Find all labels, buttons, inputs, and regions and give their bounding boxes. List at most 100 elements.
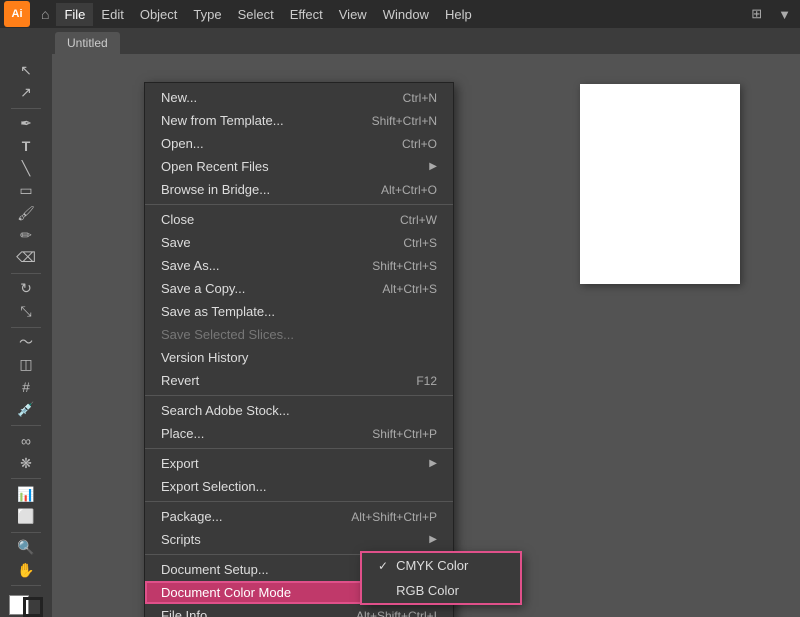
menu-file-info-label: File Info... [161,608,218,617]
menu-export-selection-label: Export Selection... [161,479,267,494]
menu-place-label: Place... [161,426,204,441]
menu-browse-bridge[interactable]: Browse in Bridge... Alt+Ctrl+O [145,178,453,201]
rect-tool[interactable]: ▭ [9,181,43,201]
stroke-color[interactable] [23,597,43,617]
select-tool[interactable]: ↖ [9,60,43,80]
rotate-tool[interactable]: ↻ [9,279,43,299]
menu-save[interactable]: Save Ctrl+S [145,231,453,254]
menu-save-template[interactable]: Save as Template... [145,300,453,323]
menu-revert-shortcut: F12 [416,374,437,388]
submenu-rgb[interactable]: ✓ RGB Color [362,578,520,603]
menu-save-selected-slices-label: Save Selected Slices... [161,327,294,342]
document-tab[interactable]: Untitled [55,32,120,54]
mesh-tool[interactable]: # [9,377,43,397]
artboard-tool[interactable]: ⬜ [9,506,43,526]
menu-version-history-label: Version History [161,350,248,365]
menu-close-shortcut: Ctrl+W [400,213,437,227]
submenu-rgb-label: RGB Color [396,583,459,598]
menu-search-stock[interactable]: Search Adobe Stock... [145,399,453,422]
tool-separator-3 [11,327,41,328]
menu-browse-bridge-shortcut: Alt+Ctrl+O [381,183,437,197]
menu-place-shortcut: Shift+Ctrl+P [372,427,437,441]
tool-separator-7 [11,585,41,586]
menu-object[interactable]: Object [132,3,186,26]
scale-tool[interactable]: ⤡ [9,301,43,321]
menu-version-history[interactable]: Version History [145,346,453,369]
menu-save-as-label: Save As... [161,258,220,273]
artboard [580,84,740,284]
menu-new-from-template-label: New from Template... [161,113,284,128]
menu-document-color-mode-label: Document Color Mode [161,585,291,600]
menu-save-shortcut: Ctrl+S [403,236,437,250]
paintbrush-tool[interactable]: 🖌 [9,203,43,223]
pen-tool[interactable]: ✒ [9,114,43,134]
menu-effect[interactable]: Effect [282,3,331,26]
warp-tool[interactable]: 〜 [9,332,43,352]
menu-new-shortcut: Ctrl+N [403,91,437,105]
symbol-tool[interactable]: ❋ [9,453,43,473]
tool-separator-6 [11,532,41,533]
graph-tool[interactable]: 📊 [9,484,43,504]
menu-type[interactable]: Type [185,3,229,26]
menu-export[interactable]: Export ▶ [145,452,453,475]
file-dropdown-menu: New... Ctrl+N New from Template... Shift… [144,82,454,617]
line-tool[interactable]: ╲ [9,158,43,178]
menu-close[interactable]: Close Ctrl+W [145,208,453,231]
menu-select[interactable]: Select [230,3,282,26]
menu-help[interactable]: Help [437,3,480,26]
menu-group-stock: Search Adobe Stock... Place... Shift+Ctr… [145,396,453,449]
menu-bar: Ai ⌂ File Edit Object Type Select Effect… [0,0,800,28]
type-tool[interactable]: T [9,136,43,156]
tab-bar: Untitled [0,28,800,54]
submenu-cmyk[interactable]: ✓ CMYK Color [362,553,520,578]
zoom-tool[interactable]: 🔍 [9,538,43,558]
menu-save-copy-shortcut: Alt+Ctrl+S [382,282,437,296]
menu-open-recent[interactable]: Open Recent Files ▶ [145,155,453,178]
tool-separator-1 [11,108,41,109]
menu-file-info-shortcut: Alt+Shift+Ctrl+I [356,609,437,617]
menu-place[interactable]: Place... Shift+Ctrl+P [145,422,453,445]
eraser-tool[interactable]: ⌫ [9,248,43,268]
grid-icon[interactable]: ⊞ [746,4,767,24]
menu-save-copy[interactable]: Save a Copy... Alt+Ctrl+S [145,277,453,300]
menu-open-label: Open... [161,136,204,151]
hand-tool[interactable]: ✋ [9,560,43,580]
menu-save-selected-slices: Save Selected Slices... [145,323,453,346]
menu-save-template-label: Save as Template... [161,304,275,319]
menu-save-label: Save [161,235,191,250]
menu-scripts[interactable]: Scripts ▶ [145,528,453,551]
tool-separator-2 [11,273,41,274]
blend-tool[interactable]: ∞ [9,431,43,451]
chevron-down-icon[interactable]: ▼ [773,5,796,24]
menu-save-as-shortcut: Shift+Ctrl+S [372,259,437,273]
menu-view[interactable]: View [331,3,375,26]
menu-new-label: New... [161,90,197,105]
direct-select-tool[interactable]: ↗ [9,82,43,102]
menu-new[interactable]: New... Ctrl+N [145,86,453,109]
menu-right: ⊞ ▼ [746,4,796,24]
pencil-tool[interactable]: ✏ [9,225,43,245]
menu-close-label: Close [161,212,194,227]
menu-scripts-label: Scripts [161,532,201,547]
menu-save-as[interactable]: Save As... Shift+Ctrl+S [145,254,453,277]
menu-new-from-template-shortcut: Shift+Ctrl+N [372,114,437,128]
menu-open[interactable]: Open... Ctrl+O [145,132,453,155]
menu-items: File Edit Object Type Select Effect View… [56,3,479,26]
menu-package[interactable]: Package... Alt+Shift+Ctrl+P [145,505,453,528]
toolbar: ↖ ↗ ✒ T ╲ ▭ 🖌 ✏ ⌫ ↻ ⤡ 〜 ◫ # 💉 ∞ ❋ 📊 ⬜ 🔍 … [0,54,52,617]
menu-window[interactable]: Window [375,3,437,26]
cmyk-checkmark: ✓ [378,559,388,573]
menu-new-from-template[interactable]: New from Template... Shift+Ctrl+N [145,109,453,132]
tool-separator-5 [11,478,41,479]
eyedropper-tool[interactable]: 💉 [9,399,43,419]
menu-edit[interactable]: Edit [93,3,131,26]
gradient-tool[interactable]: ◫ [9,355,43,375]
home-icon[interactable]: ⌂ [36,4,54,24]
menu-file-info[interactable]: File Info... Alt+Shift+Ctrl+I [145,604,453,617]
menu-export-label: Export [161,456,199,471]
tool-separator-4 [11,425,41,426]
menu-revert[interactable]: Revert F12 [145,369,453,392]
color-boxes[interactable] [9,595,43,617]
menu-file[interactable]: File [56,3,93,26]
menu-export-selection[interactable]: Export Selection... [145,475,453,498]
